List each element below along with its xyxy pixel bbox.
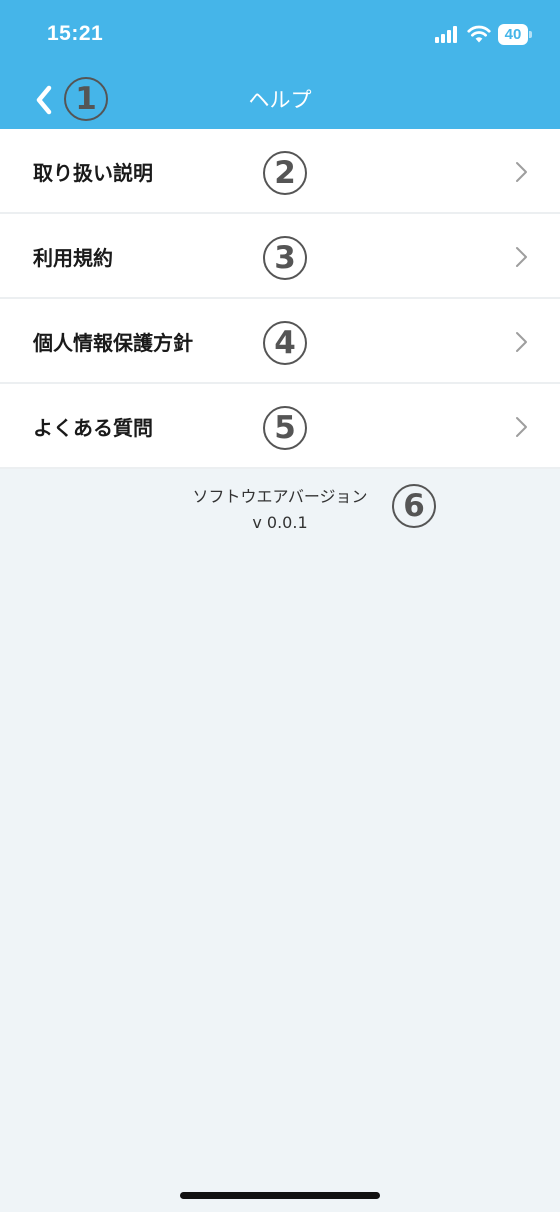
chevron-right-icon: [516, 332, 527, 352]
status-time: 15:21: [47, 22, 104, 45]
callout-marker: 2: [263, 151, 307, 195]
callout-marker: 3: [263, 236, 307, 280]
callout-marker: 4: [263, 321, 307, 365]
wifi-icon: [467, 25, 491, 43]
battery-icon: 40: [498, 24, 532, 45]
nav-header: 15:21 40 1 ヘルプ: [0, 0, 560, 129]
home-indicator[interactable]: [180, 1192, 380, 1199]
version-number: v 0.0.1: [252, 513, 308, 532]
cellular-signal-icon: [435, 26, 459, 43]
page-title: ヘルプ: [248, 88, 312, 112]
menu-item-label: よくある質問: [33, 416, 153, 440]
menu-item-label: 個人情報保護方針: [33, 331, 193, 355]
chevron-right-icon: [516, 247, 527, 267]
menu-item-terms[interactable]: 利用規約 3: [0, 214, 560, 299]
menu-item-privacy-policy[interactable]: 個人情報保護方針 4: [0, 299, 560, 384]
menu-item-faq[interactable]: よくある質問 5: [0, 384, 560, 469]
battery-level: 40: [498, 24, 528, 45]
menu-item-manual[interactable]: 取り扱い説明 2: [0, 129, 560, 214]
callout-marker: 5: [263, 406, 307, 450]
menu-item-label: 取り扱い説明: [33, 161, 153, 185]
version-label: ソフトウエアバージョン: [192, 487, 368, 506]
help-menu-list: 取り扱い説明 2 利用規約 3 個人情報保護方針 4 よくある質問 5: [0, 129, 560, 469]
software-version: ソフトウエアバージョン v 0.0.1: [0, 484, 560, 536]
chevron-right-icon: [516, 162, 527, 182]
menu-item-label: 利用規約: [33, 246, 113, 270]
callout-marker: 6: [392, 484, 436, 528]
chevron-right-icon: [516, 417, 527, 437]
